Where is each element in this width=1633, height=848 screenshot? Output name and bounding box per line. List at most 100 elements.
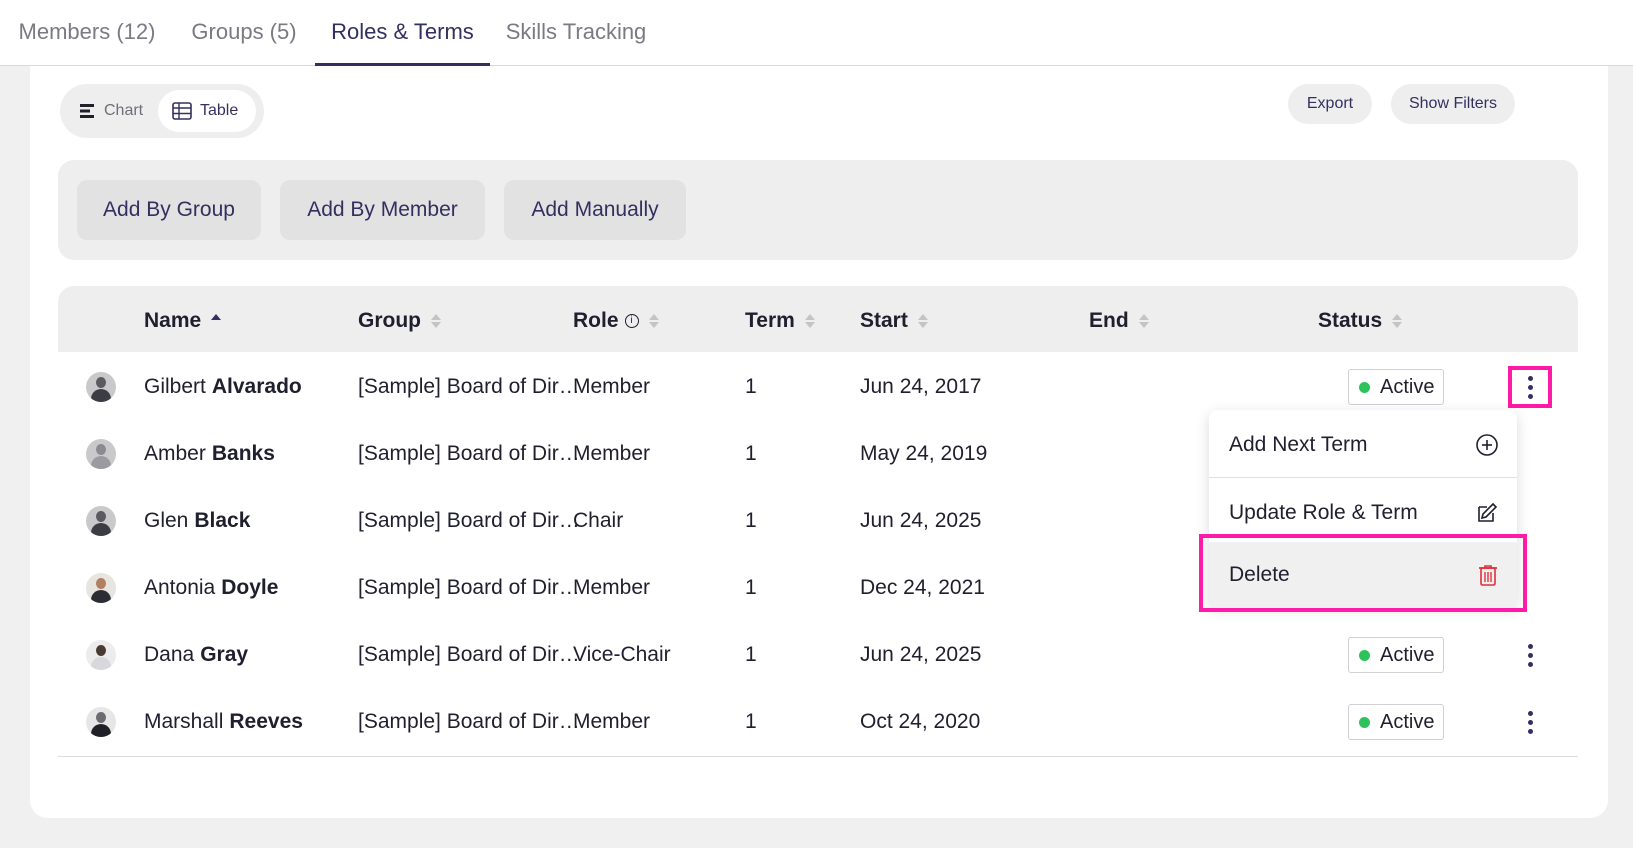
avatar (86, 573, 116, 603)
status-label: Active (1380, 643, 1435, 666)
role-cell: Vice-Chair (573, 643, 671, 666)
first-name: Antonia (144, 576, 216, 599)
column-end[interactable]: End (1089, 286, 1149, 356)
add-manually-button[interactable]: Add Manually (504, 180, 686, 240)
avatar (86, 707, 116, 737)
start-cell: Jun 24, 2017 (860, 375, 982, 398)
column-term[interactable]: Term (745, 286, 815, 356)
more-vertical-icon[interactable] (1508, 701, 1552, 743)
status-dot-icon (1359, 716, 1370, 728)
column-term-label: Term (745, 309, 795, 332)
column-status[interactable]: Status (1318, 286, 1403, 356)
group-cell: [Sample] Board of Dir… (358, 442, 580, 465)
export-button[interactable]: Export (1288, 84, 1372, 124)
more-vertical-icon[interactable] (1508, 366, 1552, 408)
sort-ascending-icon (211, 314, 222, 328)
first-name: Glen (144, 509, 189, 532)
column-name[interactable]: Name (144, 286, 222, 356)
last-name: Alvarado (211, 375, 302, 398)
group-cell: [Sample] Board of Dir… (358, 643, 580, 666)
table-icon (172, 102, 192, 120)
delete-highlight-frame (1199, 534, 1527, 612)
sort-icon (431, 314, 441, 328)
add-by-member-button[interactable]: Add By Member (280, 180, 485, 240)
start-cell: Jun 24, 2025 (860, 509, 982, 532)
sort-icon (804, 314, 815, 328)
column-status-label: Status (1318, 309, 1383, 332)
update-role-term-label: Update Role & Term (1229, 501, 1418, 524)
add-bar: Add By Group Add By Member Add Manually (58, 160, 1578, 260)
tab-bar: Members (12) Groups (5) Roles & Terms Sk… (0, 0, 1633, 66)
member-name[interactable]: Dana Gray (144, 620, 248, 690)
first-name: Amber (144, 442, 206, 465)
view-toggle: Chart Table (60, 84, 264, 138)
avatar (86, 506, 116, 536)
start-cell: Dec 24, 2021 (860, 576, 985, 599)
member-name[interactable]: Marshall Reeves (144, 687, 303, 757)
column-end-label: End (1089, 309, 1129, 332)
chart-view-option[interactable]: Chart (68, 90, 156, 132)
first-name: Marshall (144, 710, 224, 733)
role-cell: Member (573, 576, 651, 599)
chart-view-label: Chart (104, 102, 144, 119)
term-cell: 1 (745, 509, 757, 532)
sort-icon (917, 314, 928, 328)
table-row[interactable]: Marshall Reeves [Sample] Board of Dir… Me… (58, 687, 1578, 757)
add-by-group-button[interactable]: Add By Group (77, 180, 261, 240)
table-view-label: Table (200, 102, 239, 119)
status-badge: Active (1348, 704, 1444, 740)
tab-skills-tracking[interactable]: Skills Tracking (490, 0, 662, 66)
show-filters-button[interactable]: Show Filters (1391, 84, 1515, 124)
term-cell: 1 (745, 375, 757, 398)
column-start[interactable]: Start (860, 286, 928, 356)
status-dot-icon (1359, 649, 1370, 661)
table-view-option[interactable]: Table (158, 90, 256, 132)
column-group[interactable]: Group (358, 286, 441, 356)
term-cell: 1 (745, 710, 757, 733)
bar-chart-icon (80, 104, 94, 118)
last-name: Reeves (229, 710, 303, 733)
status-label: Active (1380, 375, 1435, 398)
tab-members[interactable]: Members (12) (0, 0, 174, 66)
role-cell: Member (573, 710, 651, 733)
info-icon[interactable]: i (624, 314, 639, 328)
group-cell: [Sample] Board of Dir… (358, 576, 580, 599)
group-cell: [Sample] Board of Dir… (358, 375, 580, 398)
status-dot-icon (1359, 381, 1370, 393)
tab-roles-terms[interactable]: Roles & Terms (315, 0, 490, 66)
start-cell: Jun 24, 2025 (860, 643, 982, 666)
member-name[interactable]: Gilbert Alvarado (144, 352, 302, 422)
role-cell: Member (573, 375, 651, 398)
tab-groups[interactable]: Groups (5) (174, 0, 314, 66)
role-cell: Chair (573, 509, 624, 532)
first-name: Dana (144, 643, 195, 666)
sort-icon (648, 314, 659, 328)
column-role-label: Role (573, 309, 619, 332)
more-vertical-icon[interactable] (1508, 634, 1552, 676)
term-cell: 1 (745, 576, 757, 599)
column-name-label: Name (144, 309, 202, 332)
column-start-label: Start (860, 309, 908, 332)
sort-icon (1392, 314, 1403, 328)
avatar (86, 372, 116, 402)
group-cell: [Sample] Board of Dir… (358, 509, 580, 532)
last-name: Banks (211, 442, 275, 465)
column-group-label: Group (358, 309, 421, 332)
add-next-term-menu-item[interactable]: Add Next Term (1209, 412, 1517, 478)
role-cell: Member (573, 442, 651, 465)
start-cell: May 24, 2019 (860, 442, 988, 465)
member-name[interactable]: Glen Black (144, 486, 250, 556)
first-name: Gilbert (144, 375, 206, 398)
column-role[interactable]: Role i (573, 286, 659, 356)
sort-icon (1138, 314, 1149, 328)
member-name[interactable]: Antonia Doyle (144, 553, 278, 623)
table-row[interactable]: Dana Gray [Sample] Board of Dir… Vice-Cha… (58, 620, 1578, 690)
last-name: Black (194, 509, 251, 532)
term-cell: 1 (745, 643, 757, 666)
last-name: Gray (200, 643, 249, 666)
group-cell: [Sample] Board of Dir… (358, 710, 580, 733)
last-name: Doyle (221, 576, 279, 599)
plus-circle-icon (1476, 433, 1498, 456)
member-name[interactable]: Amber Banks (144, 419, 275, 489)
avatar (86, 640, 116, 670)
